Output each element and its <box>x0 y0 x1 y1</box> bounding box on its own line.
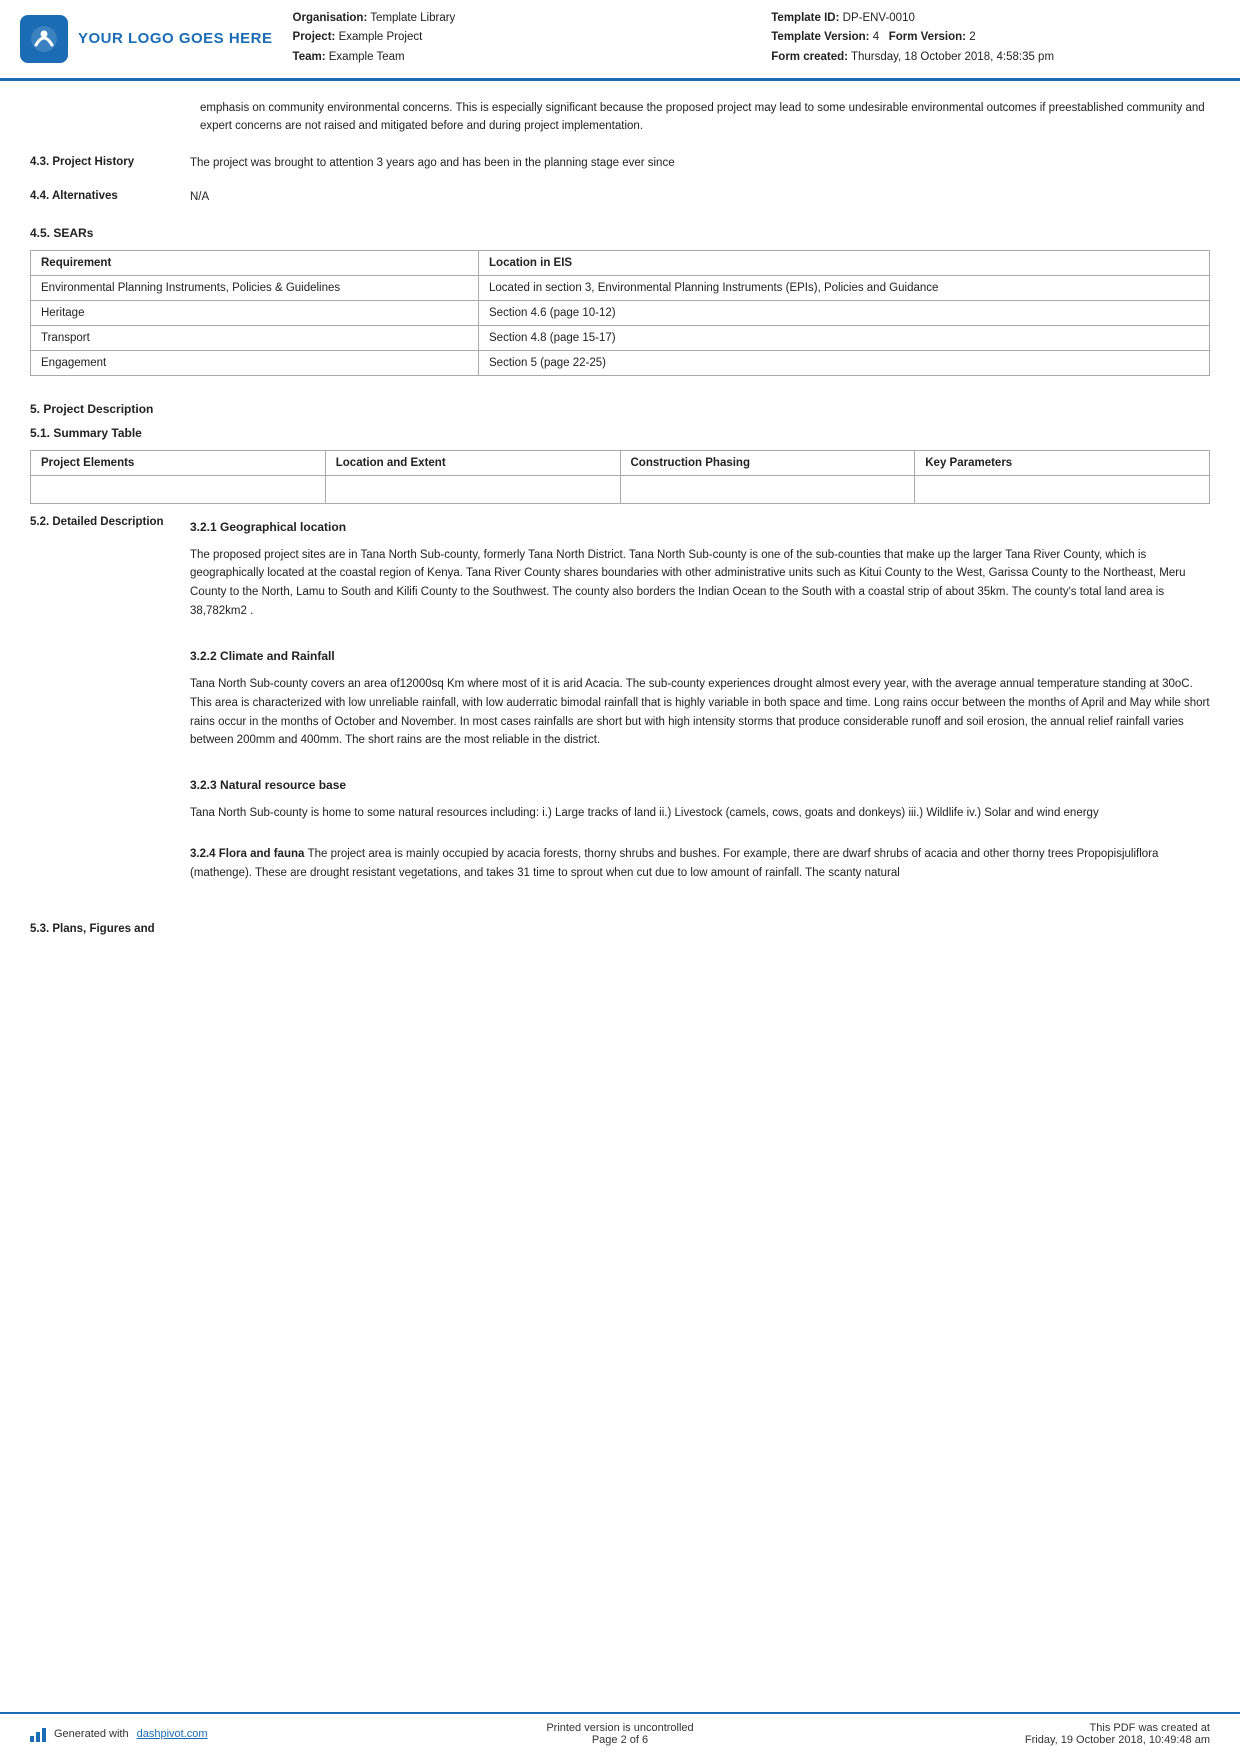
summary-header-2: Construction Phasing <box>620 451 915 476</box>
section-52-row: 5.2. Detailed Description 3.2.1 Geograph… <box>30 514 1210 904</box>
footer: Generated with dashpivot.com Printed ver… <box>0 1712 1240 1754</box>
template-version-value: 4 <box>873 31 879 43</box>
spacer-1 <box>190 758 1210 772</box>
logo-icon <box>20 15 68 63</box>
summary-header-3: Key Parameters <box>915 451 1210 476</box>
form-created-line: Form created: Thursday, 18 October 2018,… <box>771 49 1210 66</box>
spacer-3 <box>190 891 1210 905</box>
subsection-text-1: Tana North Sub-county covers an area of1… <box>190 675 1210 751</box>
team-line: Team: Example Team <box>293 49 732 66</box>
template-id-label: Template ID: <box>771 12 839 24</box>
org-label: Organisation: <box>293 12 368 24</box>
summary-row-0 <box>31 476 1210 504</box>
team-label: Team: <box>293 51 326 63</box>
subsection-heading-2: 3.2.3 Natural resource base <box>190 776 1210 795</box>
sears-header-loc: Location in EIS <box>479 251 1210 276</box>
section-52-content: 3.2.1 Geographical location The proposed … <box>190 514 1210 904</box>
project-value: Example Project <box>339 31 423 43</box>
footer-generated-text: Generated with <box>54 1728 129 1740</box>
section-43-content: The project was brought to attention 3 y… <box>190 154 1210 172</box>
footer-left: Generated with dashpivot.com <box>30 1726 423 1742</box>
logo-text: YOUR LOGO GOES HERE <box>78 30 273 47</box>
sears-cell-1-1: Section 4.6 (page 10-12) <box>479 301 1210 326</box>
subsection-inline-heading-3: 3.2.4 Flora and fauna <box>190 848 308 860</box>
sears-cell-0-0: Environmental Planning Instruments, Poli… <box>31 276 479 301</box>
summary-cell-0-3 <box>915 476 1210 504</box>
header: YOUR LOGO GOES HERE Organisation: Templa… <box>0 0 1240 81</box>
template-version-label: Template Version: <box>771 31 869 43</box>
footer-page: Page 2 of 6 <box>423 1734 816 1746</box>
summary-header-1: Location and Extent <box>325 451 620 476</box>
subsection-heading-1: 3.2.2 Climate and Rainfall <box>190 647 1210 666</box>
header-logo: YOUR LOGO GOES HERE <box>20 10 273 68</box>
project-label: Project: <box>293 31 336 43</box>
section-44-label: 4.4. Alternatives <box>30 188 190 206</box>
footer-pdf-created: This PDF was created at <box>817 1722 1210 1734</box>
sears-cell-2-0: Transport <box>31 326 479 351</box>
section-44-content: N/A <box>190 188 1210 206</box>
sears-row-2: TransportSection 4.8 (page 15-17) <box>31 326 1210 351</box>
footer-uncontrolled: Printed version is uncontrolled <box>423 1722 816 1734</box>
sears-header-req: Requirement <box>31 251 479 276</box>
header-meta: Organisation: Template Library Project: … <box>293 10 1210 68</box>
header-meta-right: Template ID: DP-ENV-0010 Template Versio… <box>771 10 1210 68</box>
template-version-line: Template Version: 4 Form Version: 2 <box>771 29 1210 46</box>
section-51-label: 5.1. Summary Table <box>30 426 1210 440</box>
section-44-row: 4.4. Alternatives N/A <box>30 188 1210 206</box>
spacer-0 <box>190 629 1210 643</box>
section-43-label: 4.3. Project History <box>30 154 190 172</box>
sears-cell-2-1: Section 4.8 (page 15-17) <box>479 326 1210 351</box>
template-id-value: DP-ENV-0010 <box>843 12 915 24</box>
section-5-label: 5. Project Description <box>30 402 1210 416</box>
section-43-row: 4.3. Project History The project was bro… <box>30 154 1210 172</box>
summary-cell-0-2 <box>620 476 915 504</box>
sears-row-3: EngagementSection 5 (page 22-25) <box>31 351 1210 376</box>
form-created-value: Thursday, 18 October 2018, 4:58:35 pm <box>851 51 1054 63</box>
page: YOUR LOGO GOES HERE Organisation: Templa… <box>0 0 1240 1754</box>
summary-cell-0-1 <box>325 476 620 504</box>
subsection-text-3: 3.2.4 Flora and fauna The project area i… <box>190 845 1210 883</box>
sears-cell-3-1: Section 5 (page 22-25) <box>479 351 1210 376</box>
intro-text: emphasis on community environmental conc… <box>200 99 1210 136</box>
main-content: emphasis on community environmental conc… <box>0 81 1240 1712</box>
spacer-2 <box>190 831 1210 845</box>
summary-cell-0-0 <box>31 476 326 504</box>
project-line: Project: Example Project <box>293 29 732 46</box>
subsection-text-2: Tana North Sub-county is home to some na… <box>190 804 1210 823</box>
section-53-content <box>190 921 1210 938</box>
section-52-label: 5.2. Detailed Description <box>30 514 190 904</box>
form-version-label: Form Version: <box>889 31 966 43</box>
summary-header-0: Project Elements <box>31 451 326 476</box>
subsection-heading-0: 3.2.1 Geographical location <box>190 518 1210 537</box>
summary-table: Project ElementsLocation and ExtentConst… <box>30 450 1210 504</box>
section-53-label: 5.3. Plans, Figures and <box>30 921 190 938</box>
sears-cell-1-0: Heritage <box>31 301 479 326</box>
template-id-line: Template ID: DP-ENV-0010 <box>771 10 1210 27</box>
form-version-value: 2 <box>969 31 975 43</box>
org-line: Organisation: Template Library <box>293 10 732 27</box>
sears-cell-0-1: Located in section 3, Environmental Plan… <box>479 276 1210 301</box>
subsection-text-0: The proposed project sites are in Tana N… <box>190 546 1210 622</box>
sears-row-0: Environmental Planning Instruments, Poli… <box>31 276 1210 301</box>
section-45-row: 4.5. SEARs Requirement Location in EIS E… <box>30 222 1210 386</box>
footer-pdf-date: Friday, 19 October 2018, 10:49:48 am <box>817 1734 1210 1746</box>
footer-right: This PDF was created at Friday, 19 Octob… <box>817 1722 1210 1746</box>
team-value: Example Team <box>329 51 405 63</box>
dashpivot-bar-icon <box>30 1726 46 1742</box>
sears-table: Requirement Location in EIS Environmenta… <box>30 250 1210 376</box>
footer-dashpivot-link[interactable]: dashpivot.com <box>137 1728 208 1740</box>
form-created-label: Form created: <box>771 51 848 63</box>
sears-row-1: HeritageSection 4.6 (page 10-12) <box>31 301 1210 326</box>
footer-center: Printed version is uncontrolled Page 2 o… <box>423 1722 816 1746</box>
org-value: Template Library <box>370 12 455 24</box>
section-53-row: 5.3. Plans, Figures and <box>30 921 1210 938</box>
sears-cell-3-0: Engagement <box>31 351 479 376</box>
section-45-label: 4.5. SEARs <box>30 226 1210 240</box>
header-meta-left: Organisation: Template Library Project: … <box>293 10 732 68</box>
